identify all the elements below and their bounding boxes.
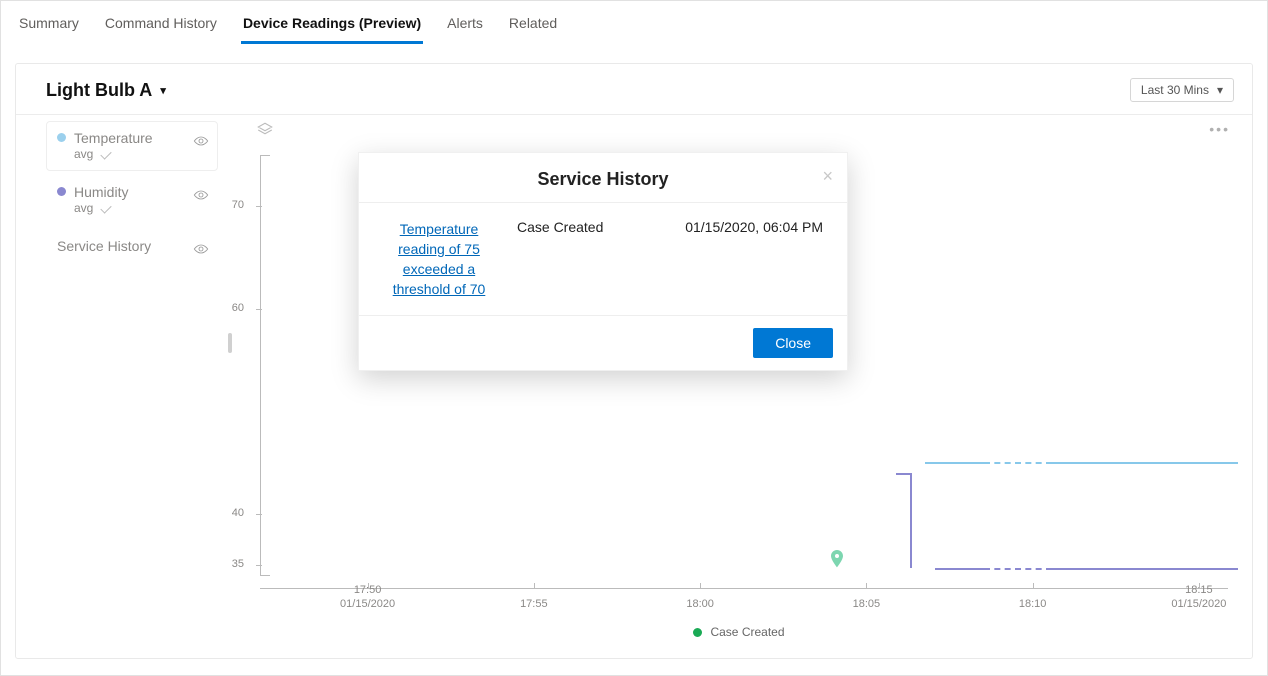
y-scroll-handle[interactable] <box>228 333 232 353</box>
service-history-modal: Service History × Temperature reading of… <box>358 152 848 371</box>
legend-agg: avg <box>74 200 93 216</box>
x-tick-label: 18:05 <box>853 597 881 611</box>
device-title-text: Light Bulb A <box>46 80 152 101</box>
eye-icon[interactable] <box>193 188 209 204</box>
legend-name: Service History <box>57 238 209 254</box>
readings-card: Light Bulb A ▾ Last 30 Mins ▾ Temperatur… <box>15 63 1253 659</box>
chart-footer-legend: Case Created <box>226 625 1252 639</box>
time-range-selector[interactable]: Last 30 Mins ▾ <box>1130 78 1234 102</box>
event-pin-icon[interactable] <box>829 550 845 573</box>
footer-marker-label: Case Created <box>710 625 784 639</box>
time-range-label: Last 30 Mins <box>1141 83 1209 97</box>
device-title[interactable]: Light Bulb A ▾ <box>46 80 166 101</box>
chevron-down-icon <box>101 202 112 213</box>
close-icon[interactable]: × <box>822 167 833 185</box>
dot-icon <box>693 628 702 637</box>
y-tick-label: 35 <box>216 558 244 570</box>
close-button[interactable]: Close <box>753 328 833 358</box>
layers-icon[interactable] <box>256 121 274 142</box>
x-tick-label: 18:10 <box>1019 597 1047 611</box>
tab-bar: Summary Command History Device Readings … <box>1 1 1267 45</box>
tab-alerts[interactable]: Alerts <box>445 11 485 44</box>
x-tick-label: 17:55 <box>520 597 548 611</box>
app-frame: Summary Command History Device Readings … <box>0 0 1268 676</box>
tab-summary[interactable]: Summary <box>17 11 81 44</box>
eye-icon[interactable] <box>193 134 209 150</box>
tab-related[interactable]: Related <box>507 11 559 44</box>
alert-status: Case Created <box>517 219 603 235</box>
chevron-down-icon <box>101 148 112 159</box>
alert-timestamp: 01/15/2020, 06:04 PM <box>685 219 827 235</box>
alert-link[interactable]: Temperature reading of 75 exceeded a thr… <box>379 219 499 299</box>
legend-item-temperature[interactable]: Temperature avg <box>46 121 218 171</box>
modal-title: Service History <box>537 169 668 190</box>
legend-name: Temperature <box>74 130 209 146</box>
caret-down-icon: ▾ <box>1217 83 1223 97</box>
y-tick-label: 40 <box>216 507 244 519</box>
legend-agg: avg <box>74 146 93 162</box>
y-tick-label: 60 <box>216 302 244 314</box>
x-tick-label: 18:00 <box>686 597 714 611</box>
caret-down-icon: ▾ <box>160 84 166 97</box>
legend-item-service-history[interactable]: Service History <box>46 229 218 263</box>
legend-panel: Temperature avg Humidity <box>16 115 226 651</box>
tab-command-history[interactable]: Command History <box>103 11 219 44</box>
eye-icon[interactable] <box>193 242 209 258</box>
tab-device-readings[interactable]: Device Readings (Preview) <box>241 11 423 44</box>
more-icon[interactable]: ••• <box>1209 121 1230 137</box>
legend-item-humidity[interactable]: Humidity avg <box>46 175 218 225</box>
swatch-icon <box>57 187 66 196</box>
y-tick-label: 70 <box>216 199 244 211</box>
swatch-icon <box>57 133 66 142</box>
legend-name: Humidity <box>74 184 209 200</box>
